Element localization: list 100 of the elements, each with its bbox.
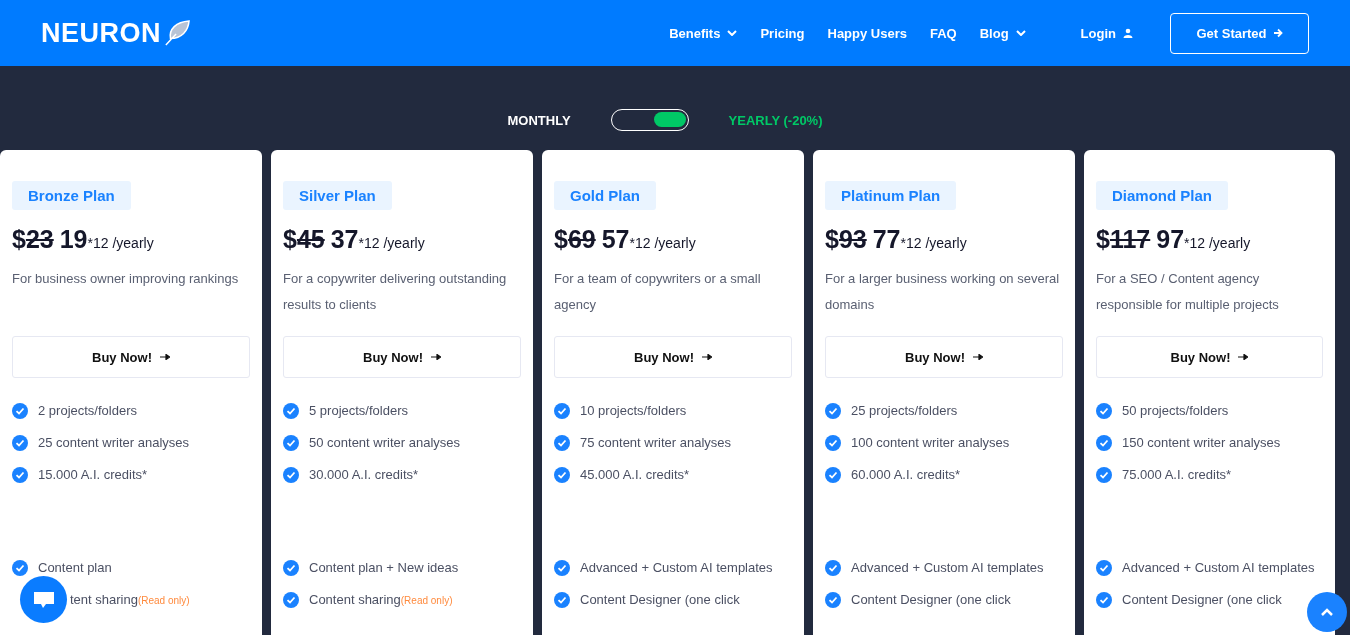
price: 57 [601,225,630,254]
price-period: *12 /yearly [1184,235,1251,251]
feature-text: 25 content writer analyses [38,434,190,452]
old-price: 45 [296,225,325,254]
old-price: 93 [838,225,867,254]
check-icon [825,435,841,451]
plan-badge: Platinum Plan [825,181,957,210]
price-period: *12 /yearly [629,235,696,251]
feature-text: 50 content writer analyses [309,434,461,452]
arrow-right-icon [972,354,983,360]
feature-text: 100 content writer analyses [851,434,1010,452]
buy-now-button[interactable]: Buy Now! [1096,336,1323,378]
arrow-right-icon [430,354,441,360]
arrow-right-icon [1238,354,1249,360]
check-icon [554,467,570,483]
check-icon [283,403,299,419]
plan-description: For a SEO / Content agency responsible for multiple projects [1096,270,1280,314]
feature-text: Content Designer (one click [580,591,740,609]
feature-text: Content Designer (one click [1122,591,1282,609]
check-icon [283,592,299,608]
feature-text: Content plan + New ideas [309,559,459,577]
check-icon [554,592,570,608]
price: 19 [59,225,88,254]
feature-text: 15.000 A.I. credits* [38,466,148,484]
check-icon [283,435,299,451]
currency-sign: $ [825,225,839,254]
check-icon [1096,435,1112,451]
feature-text: 5 projects/folders [309,402,408,420]
currency-sign: $ [283,225,297,254]
check-icon [1096,467,1112,483]
check-icon [12,435,28,451]
buy-now-button[interactable]: Buy Now! [283,336,521,378]
feature-text: Content sharing(Read only) [309,591,453,609]
check-icon [825,403,841,419]
check-icon [554,435,570,451]
price-period: *12 /yearly [87,235,154,251]
currency-sign: $ [1096,225,1110,254]
plan-description: For a copywriter delivering outstanding results to clients [283,270,508,314]
check-icon [12,560,28,576]
check-icon [12,467,28,483]
chevron-down-icon [1015,30,1026,36]
buy-now-button[interactable]: Buy Now! [825,336,1063,378]
price-period: *12 /yearly [900,235,967,251]
currency-sign: $ [12,225,26,254]
arrow-right-icon [1272,28,1283,38]
plan-badge: Diamond Plan [1096,181,1228,210]
feature-text: 45.000 A.I. credits* [580,466,690,484]
feature-text: 10 projects/folders [580,402,687,420]
plan-description: For business owner improving rankings [12,270,240,288]
scroll-to-top-button[interactable] [1307,592,1347,632]
old-price: 117 [1109,225,1151,254]
check-icon [825,592,841,608]
buy-now-button[interactable]: Buy Now! [12,336,250,378]
check-icon [1096,560,1112,576]
check-icon [554,560,570,576]
login-link[interactable]: Login [1080,25,1133,41]
feature-text: 75 content writer analyses [580,434,732,452]
check-icon [825,467,841,483]
yearly-label[interactable]: YEARLY (-20%) [728,112,823,128]
feature-text: 150 content writer analyses [1122,434,1281,452]
nav-link[interactable]: Pricing [760,25,805,41]
monthly-label[interactable]: MONTHLY [507,112,571,128]
chat-bubble-icon [32,590,55,609]
feature-text: Content plan [38,559,112,577]
plan-badge: Silver Plan [283,181,392,210]
plan-description: For a team of copywriters or a small agency [554,270,762,314]
feature-text: Content Designer (one click [851,591,1011,609]
price: 97 [1156,225,1185,254]
check-icon [554,403,570,419]
feature-text: Advanced + Custom AI templates [851,559,1044,577]
check-icon [283,467,299,483]
feature-text: tent sharing(Read only) [70,591,190,609]
chevron-up-icon [1321,608,1333,616]
check-icon [1096,403,1112,419]
nav-link[interactable]: FAQ [930,25,957,41]
feature-text: 30.000 A.I. credits* [309,466,419,484]
old-price: 69 [567,225,596,254]
feature-text: 25 projects/folders [851,402,958,420]
plan-badge: Bronze Plan [12,181,131,210]
feature-text: Advanced + Custom AI templates [1122,559,1315,577]
arrow-right-icon [701,354,712,360]
check-icon [283,560,299,576]
price: 77 [872,225,901,254]
check-icon [825,560,841,576]
currency-sign: $ [554,225,568,254]
arrow-right-icon [159,354,170,360]
feather-icon [163,20,191,46]
get-started-button[interactable]: Get Started [1170,12,1309,54]
plan-description: For a larger business working on several domains [825,270,1061,314]
buy-now-button[interactable]: Buy Now! [554,336,792,378]
user-icon [1123,28,1133,38]
chevron-down-icon [727,30,738,36]
feature-text: 2 projects/folders [38,402,137,420]
nav-link[interactable]: Benefits [669,25,738,41]
check-icon [1096,592,1112,608]
nav-link[interactable]: Happy Users [827,25,907,41]
nav-link[interactable]: Blog [979,25,1026,41]
old-price: 23 [25,225,54,254]
logo-text[interactable]: NEURON [41,17,161,49]
price: 37 [330,225,359,254]
